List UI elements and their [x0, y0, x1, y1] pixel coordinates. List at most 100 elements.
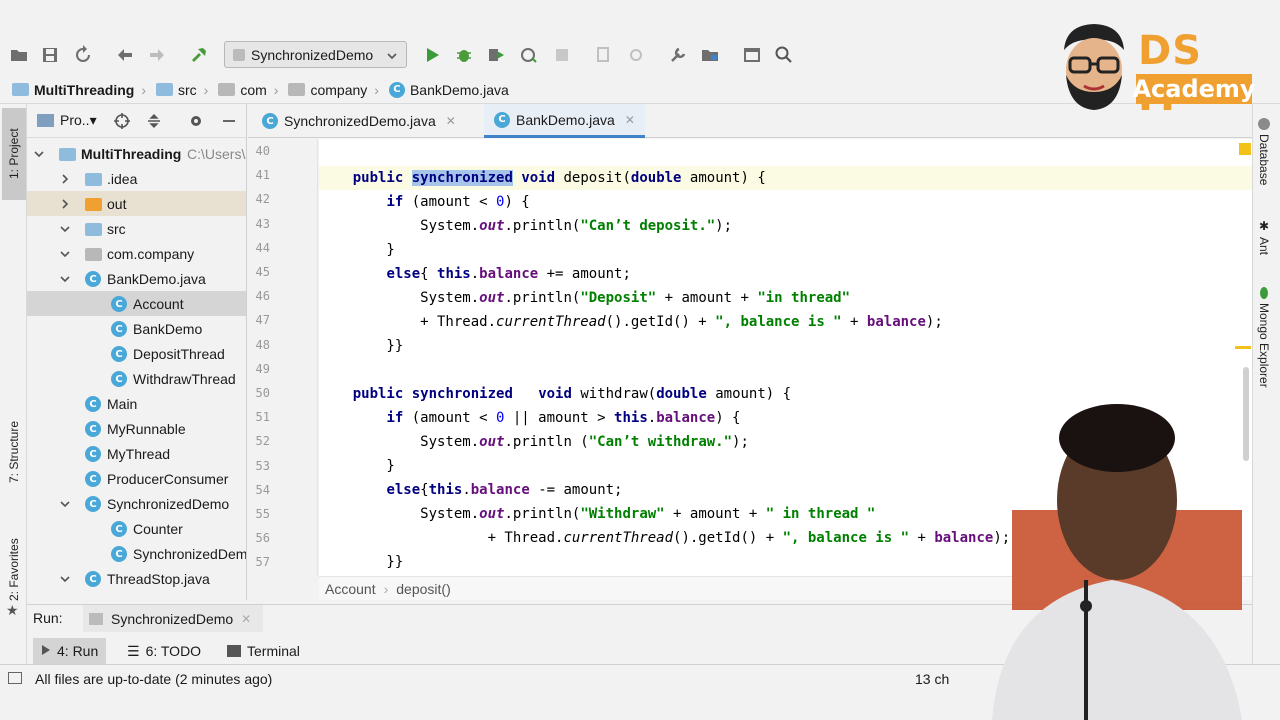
tab-label: Ant — [1257, 237, 1271, 256]
toggle-tool-windows-icon[interactable] — [8, 672, 22, 684]
tab-structure[interactable]: 7: Structure — [2, 404, 26, 500]
close-icon[interactable]: ✕ — [625, 113, 635, 127]
error-stripe-mark[interactable] — [1235, 346, 1251, 349]
tab-label: 6: TODO — [145, 643, 202, 659]
debug-bug-icon[interactable] — [453, 44, 475, 66]
class-icon: C — [111, 321, 127, 337]
crumb-project[interactable]: MultiThreading › — [12, 82, 152, 98]
locate-target-icon[interactable] — [113, 112, 131, 130]
chevron-down-icon[interactable] — [33, 147, 45, 159]
vcs-settings-icon[interactable] — [625, 44, 647, 66]
open-folder-icon[interactable] — [8, 44, 30, 66]
tree-item-label: SynchronizedDemo — [133, 545, 247, 562]
line-number: 45 — [255, 265, 270, 279]
sync-icon[interactable] — [72, 44, 94, 66]
close-icon[interactable]: ✕ — [446, 114, 456, 128]
tab-synchronizeddemo[interactable]: C SynchronizedDemo.java ✕ — [252, 104, 466, 138]
chevron-down-icon — [386, 49, 398, 65]
tree-item[interactable]: C Main — [27, 391, 246, 416]
chevron-right-icon[interactable] — [59, 197, 71, 209]
forward-arrow-icon[interactable] — [146, 44, 168, 66]
class-icon: C — [85, 271, 101, 287]
tree-item[interactable]: out — [27, 191, 246, 216]
tree-item[interactable]: C SynchronizedDemo — [27, 491, 246, 516]
tab-run[interactable]: 4: Run — [33, 638, 107, 664]
breadcrumb-class[interactable]: Account — [325, 581, 376, 597]
package-icon — [218, 83, 236, 96]
project-view-icon — [37, 114, 54, 127]
presenter-webcam — [912, 400, 1280, 720]
code-line: else{ this.balance += amount; — [386, 266, 631, 282]
tree-item-label: Account — [133, 295, 184, 312]
tree-item[interactable]: C SynchronizedDemo — [27, 541, 247, 566]
tab-bankdemo[interactable]: C BankDemo.java ✕ — [484, 104, 645, 138]
class-icon: C — [494, 111, 510, 128]
tree-item[interactable]: C MyThread — [27, 441, 246, 466]
code-line: System.out.println("Can’t deposit."); — [319, 218, 733, 234]
profiler-icon[interactable] — [518, 44, 540, 66]
tree-item[interactable]: C BankDemo — [27, 316, 246, 341]
inspection-marker-icon[interactable] — [1239, 143, 1251, 155]
window-icon[interactable] — [741, 44, 763, 66]
vcs-update-icon[interactable] — [593, 44, 615, 66]
tree-item[interactable]: C Counter — [27, 516, 246, 541]
tree-item[interactable]: C MyRunnable — [27, 416, 246, 441]
chevron-down-icon[interactable] — [59, 572, 71, 584]
chevron-right-icon[interactable] — [59, 172, 71, 184]
tree-item[interactable]: .idea — [27, 166, 246, 191]
tree-item[interactable]: C DepositThread — [27, 341, 246, 366]
coverage-icon[interactable] — [485, 44, 507, 66]
chevron-down-icon[interactable] — [59, 247, 71, 259]
tree-item[interactable]: src — [27, 216, 246, 241]
tab-mongo-explorer[interactable]: Mongo Explorer — [1257, 287, 1271, 388]
tree-item-label: BankDemo — [133, 320, 203, 337]
tree-item[interactable]: com.company — [27, 241, 246, 266]
collapse-all-icon[interactable] — [145, 112, 163, 130]
wrench-settings-icon[interactable] — [667, 44, 689, 66]
tree-item[interactable]: C WithdrawThread — [27, 366, 246, 391]
search-icon[interactable] — [773, 44, 795, 66]
project-panel-header: Pro..▾ — [27, 104, 246, 138]
stop-icon[interactable] — [551, 44, 573, 66]
line-number: 42 — [255, 192, 270, 207]
console-icon — [89, 612, 103, 625]
project-structure-icon[interactable] — [699, 44, 721, 66]
crumb-company[interactable]: company › — [288, 82, 384, 98]
crumb-src[interactable]: src › — [156, 82, 214, 98]
chevron-down-icon[interactable] — [59, 222, 71, 234]
crumb-com[interactable]: com › — [218, 82, 284, 98]
run-icon[interactable] — [421, 44, 443, 66]
tree-item[interactable]: MultiThreading C:\Users\ — [27, 141, 246, 166]
save-icon[interactable] — [39, 44, 61, 66]
code-line: }} — [319, 554, 404, 570]
tab-terminal[interactable]: Terminal — [219, 638, 308, 664]
list-icon: ☰ — [127, 642, 140, 659]
tab-project[interactable]: 1: Project — [2, 108, 26, 200]
class-icon: C — [85, 496, 101, 512]
build-hammer-icon[interactable] — [188, 44, 210, 66]
tree-item[interactable]: C Account — [27, 291, 246, 316]
class-icon: C — [111, 371, 127, 387]
tree-item[interactable]: C BankDemo.java — [27, 266, 246, 291]
status-message: All files are up-to-date (2 minutes ago) — [35, 671, 273, 687]
tab-todo[interactable]: ☰ 6: TODO — [119, 638, 209, 664]
tree-item[interactable]: C ThreadStop.java — [27, 566, 246, 591]
chevron-down-icon[interactable] — [59, 497, 71, 509]
close-icon[interactable]: ✕ — [241, 612, 251, 626]
back-arrow-icon[interactable] — [114, 44, 136, 66]
chevron-down-icon[interactable] — [59, 272, 71, 284]
project-view-selector[interactable]: Pro..▾ — [60, 112, 97, 129]
ds-it-academy-logo: DS IT Academy — [1050, 18, 1260, 120]
breadcrumb-method[interactable]: deposit() — [396, 581, 450, 597]
run-tab[interactable]: SynchronizedDemo ✕ — [83, 605, 263, 632]
gear-icon[interactable] — [187, 112, 205, 130]
tree-item[interactable]: C ProducerConsumer — [27, 466, 246, 491]
mongo-leaf-icon — [1260, 287, 1268, 299]
crumb-file[interactable]: C BankDemo.java — [388, 81, 509, 98]
tab-database[interactable]: Database — [1257, 118, 1271, 185]
tab-ant[interactable]: ✱ Ant — [1257, 219, 1271, 255]
line-number: 53 — [255, 458, 270, 473]
run-configuration-selector[interactable]: SynchronizedDemo — [224, 41, 407, 68]
hide-panel-icon[interactable] — [220, 112, 238, 130]
line-number: 46 — [255, 289, 270, 304]
